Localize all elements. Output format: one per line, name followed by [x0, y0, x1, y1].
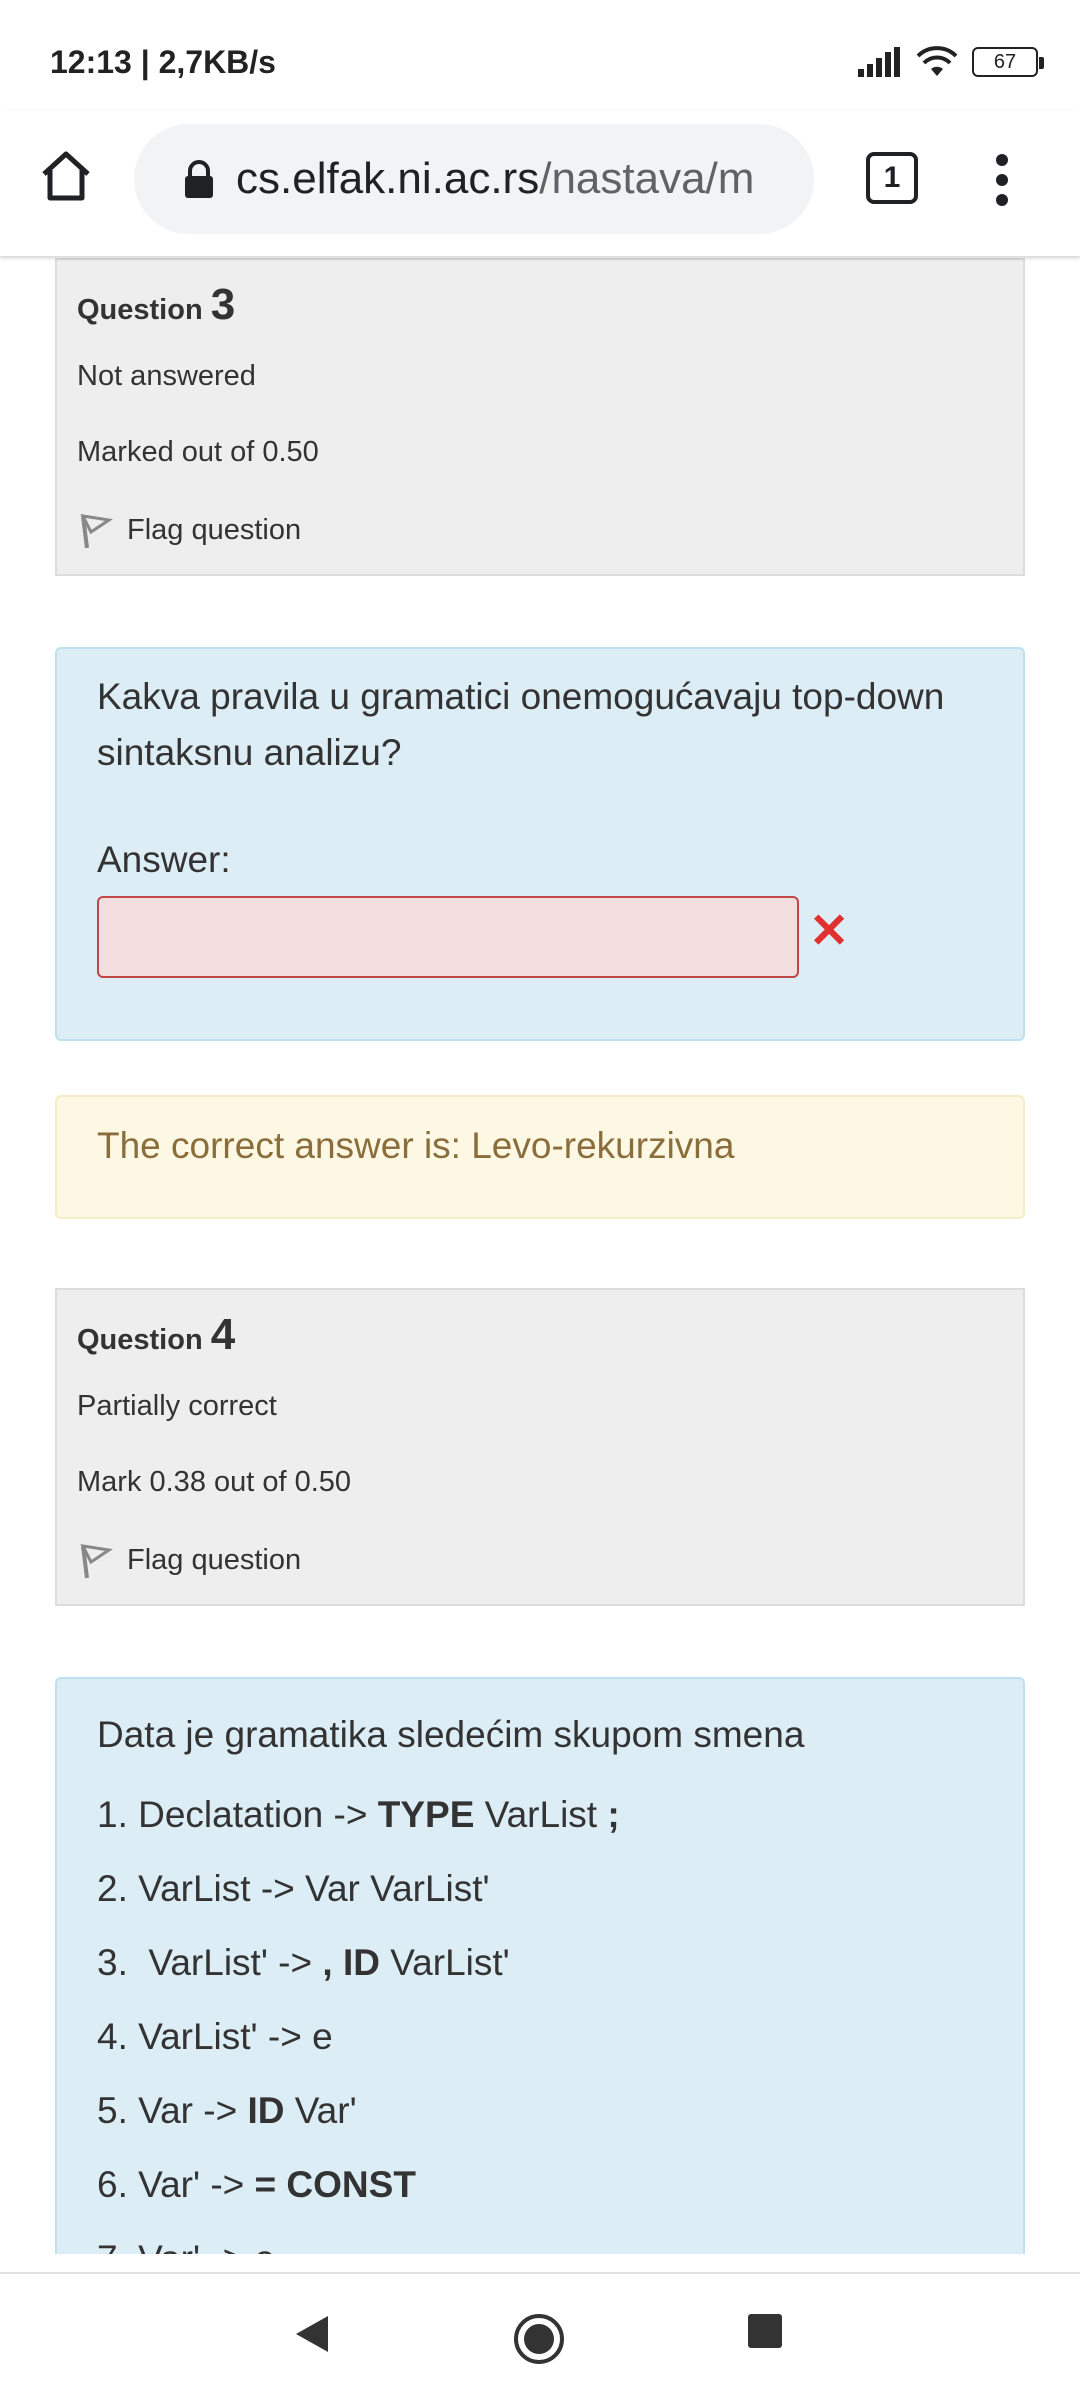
question-3-text: Kakva pravila u gramatici onemogućavaju …	[97, 676, 945, 773]
rule-terminal: = CONST	[254, 2164, 416, 2205]
rule-text: 4. VarList' -> e	[97, 2016, 333, 2057]
browser-toolbar: cs.elfak.ni.ac.rs/nastava/m 1	[0, 110, 1080, 256]
grammar-rule: 5. Var -> ID Var'	[97, 2090, 357, 2132]
question-3-state: Not answered	[77, 360, 256, 392]
rule-terminal: , ID	[322, 1942, 380, 1983]
home-icon[interactable]	[36, 146, 96, 206]
question-4-formulation: Data je gramatika sledećim skupom smena …	[55, 1677, 1025, 2254]
flag-question-button[interactable]: Flag question	[77, 510, 301, 550]
question-4-grade: Mark 0.38 out of 0.50	[77, 1466, 352, 1498]
rule-terminal: ;	[607, 1794, 620, 1835]
rule-text: 3. VarList' ->	[97, 1942, 323, 1983]
status-time: 12:13 | 2,7KB/s	[50, 44, 276, 80]
recent-apps-icon[interactable]	[746, 2312, 784, 2350]
flag-question-button[interactable]: Flag question	[77, 1540, 301, 1580]
answer-label: Answer:	[97, 839, 231, 880]
rule-text: 7. Var' -> e	[97, 2238, 275, 2254]
signal-icon	[858, 47, 900, 77]
question-3-info: Question 3 Not answered Marked out of 0.…	[55, 258, 1025, 576]
question-label: Question	[77, 1324, 203, 1356]
question-number: 3	[210, 280, 236, 329]
correct-answer-text: The correct answer is: Levo-rekurzivna	[97, 1125, 735, 1166]
question-number: 4	[210, 1310, 236, 1359]
grammar-rule: 7. Var' -> e	[97, 2238, 275, 2254]
page-content: Question 3 Not answered Marked out of 0.…	[0, 256, 1080, 2254]
system-navigation-bar	[0, 2272, 1080, 2402]
rule-text: Var'	[284, 2090, 357, 2131]
url-text[interactable]: cs.elfak.ni.ac.rs/nastava/m	[236, 154, 781, 204]
grammar-rule: 3. VarList' -> , ID VarList'	[97, 1942, 510, 1984]
answer-input[interactable]	[97, 896, 799, 978]
url-domain: cs.elfak.ni.ac.rs	[236, 154, 540, 203]
flag-icon	[80, 514, 113, 549]
question-label: Question	[77, 294, 203, 326]
flag-question-label: Flag question	[127, 1543, 302, 1576]
back-icon[interactable]	[292, 2312, 332, 2356]
grammar-rule: 6. Var' -> = CONST	[97, 2164, 416, 2206]
incorrect-icon: ✕	[809, 905, 850, 958]
url-path: /nastava/m	[539, 154, 755, 203]
rule-terminal: ID	[247, 2090, 285, 2131]
question-3-grade: Marked out of 0.50	[77, 436, 319, 468]
question-3-feedback: The correct answer is: Levo-rekurzivna	[55, 1095, 1025, 1219]
battery-icon: 67	[972, 47, 1044, 77]
rule-terminal: TYPE	[377, 1794, 475, 1835]
address-bar[interactable]: cs.elfak.ni.ac.rs/nastava/m	[134, 124, 814, 234]
rule-text: 1. Declatation ->	[97, 1794, 378, 1835]
question-4-intro: Data je gramatika sledećim skupom smena	[97, 1714, 805, 1755]
question-4-title: Question 4	[77, 1310, 235, 1360]
flag-question-label: Flag question	[127, 513, 302, 546]
question-3-formulation: Kakva pravila u gramatici onemogućavaju …	[55, 647, 1025, 1041]
question-3-title: Question 3	[77, 280, 235, 330]
rule-text: 5. Var ->	[97, 2090, 248, 2131]
rule-text: 6. Var' ->	[97, 2164, 255, 2205]
tab-switcher-button[interactable]: 1	[866, 152, 918, 204]
question-4-info: Question 4 Partially correct Mark 0.38 o…	[55, 1288, 1025, 1606]
status-icons: 67	[858, 46, 1044, 78]
grammar-rule: 1. Declatation -> TYPE VarList ;	[97, 1794, 620, 1836]
rule-text: VarList'	[379, 1942, 510, 1983]
question-4-state: Partially correct	[77, 1390, 277, 1422]
wifi-icon	[916, 46, 958, 76]
flag-icon	[80, 1544, 113, 1579]
home-nav-icon[interactable]	[512, 2312, 566, 2366]
lock-icon[interactable]	[182, 159, 216, 199]
rule-text: VarList	[474, 1794, 608, 1835]
grammar-rule: 2. VarList -> Var VarList'	[97, 1868, 490, 1910]
overflow-menu-icon[interactable]	[990, 150, 1014, 210]
rule-text: 2. VarList -> Var VarList'	[97, 1868, 490, 1909]
status-bar: 12:13 | 2,7KB/s 67	[0, 0, 1080, 110]
grammar-rule: 4. VarList' -> e	[97, 2016, 333, 2058]
